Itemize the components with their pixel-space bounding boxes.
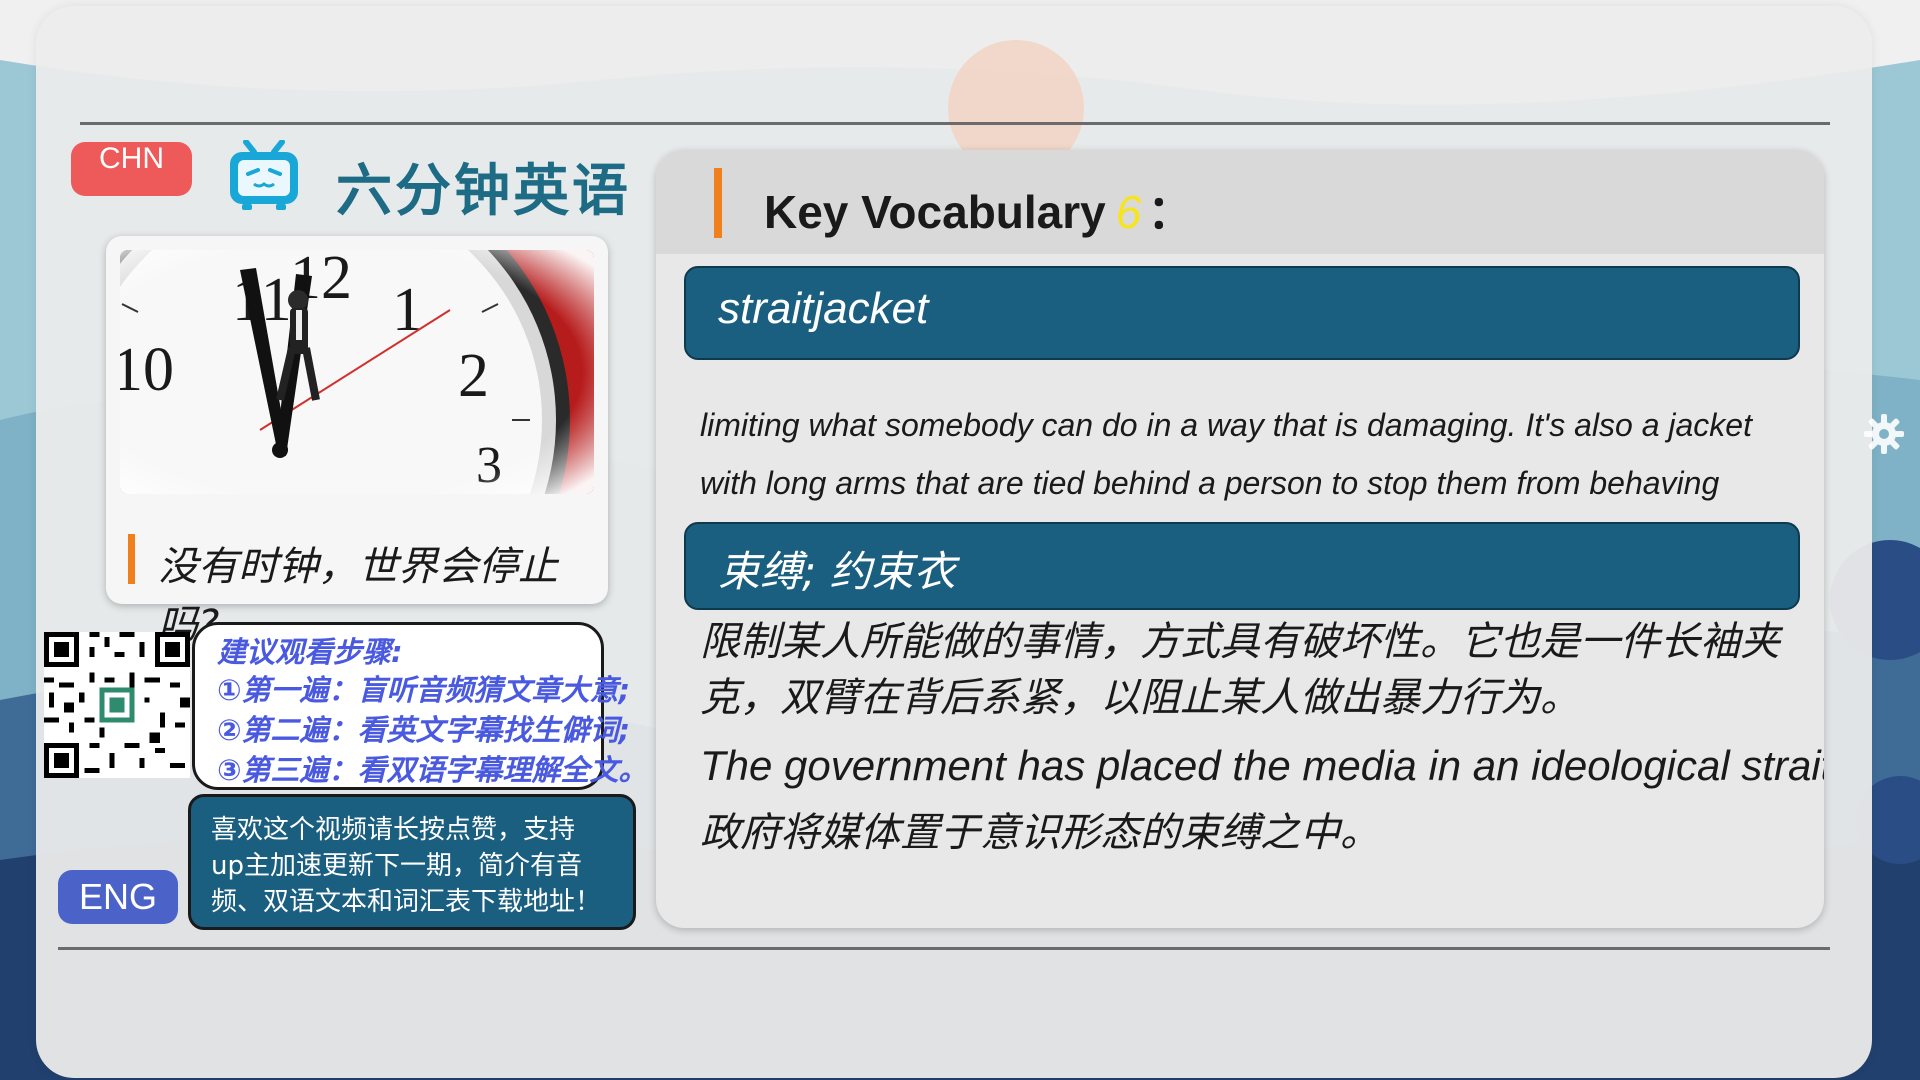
vocabulary-number: 6 (1115, 186, 1142, 238)
vocab-word-band: straitjacket (684, 266, 1800, 360)
vocabulary-heading-text: Key Vocabulary (764, 186, 1106, 238)
example-english: The government has placed the media in a… (700, 742, 1824, 789)
vocabulary-heading: Key Vocabulary 6： (764, 176, 1193, 242)
step-item-2: ②第二遍：看英文字幕找生僻词; (217, 713, 631, 747)
brand-title: 六分钟英语 (336, 159, 631, 224)
heading-colon: ： (1147, 186, 1194, 238)
vocabulary-header: Key Vocabulary 6： (656, 150, 1824, 254)
top-divider (80, 122, 1830, 125)
translation-band: 束缚; 约束衣 (684, 522, 1800, 610)
bottom-divider (58, 947, 1830, 950)
step-item-1: ①第一遍：盲听音频猜文章大意; (217, 673, 631, 707)
episode-card: 11 12 1 2 3 10 没有时钟，世界会停止吗? (106, 236, 608, 648)
vocabulary-panel: Key Vocabulary 6： straitjacket limiting w… (656, 150, 1824, 928)
eng-language-button[interactable]: ENG (58, 870, 178, 924)
like-line-3: 频、双语文本和词汇表下载地址！ (211, 887, 602, 917)
clock-businessman-image: 11 12 1 2 3 10 (120, 250, 594, 494)
caption-accent-bar (128, 534, 135, 584)
vocab-translation: 束缚; 约束衣 (718, 547, 956, 596)
step-item-3: ③第三遍：看双语字幕理解全文。 (217, 753, 648, 787)
header-accent-bar (714, 168, 722, 238)
bilibili-tv-icon (226, 139, 302, 216)
definition-chinese: 限制某人所能做的事情，方式具有破坏性。它也是一件长袖夹克，双臂在背后系紧，以阻止… (700, 619, 1780, 721)
qr-code-icon (44, 632, 190, 778)
like-line-2: up主加速更新下一期，简介有音 (211, 851, 582, 881)
viewing-steps-box: 建议观看步骤: ①第一遍：盲听音频猜文章大意; ②第二遍：看英文字幕找生僻词; … (192, 622, 648, 790)
example-chinese: 政府将媒体置于意识形态的束缚之中。 (700, 810, 1380, 856)
gear-icon (1862, 412, 1906, 460)
vocab-word: straitjacket (718, 284, 929, 333)
like-line-1: 喜欢这个视频请长按点赞，支持 (211, 815, 576, 845)
steps-title: 建议观看步骤: (217, 635, 403, 669)
like-reminder-box: 喜欢这个视频请长按点赞，支持 up主加速更新下一期，简介有音 频、双语文本和词汇… (188, 794, 636, 930)
chn-language-button[interactable]: CHN (71, 142, 192, 196)
